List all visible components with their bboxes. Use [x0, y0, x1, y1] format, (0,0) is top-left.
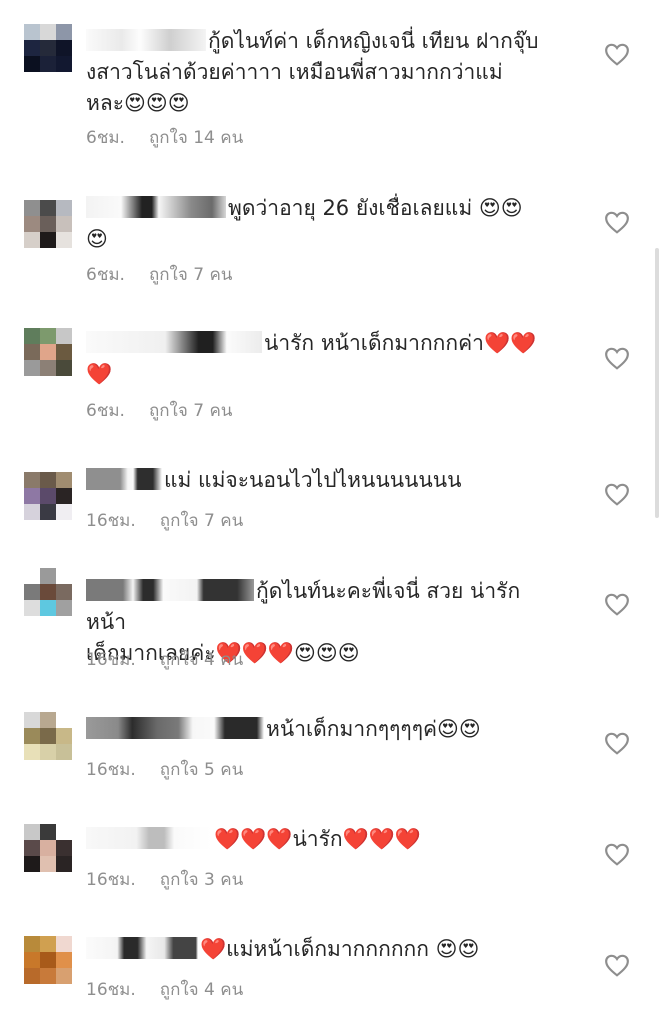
- heart-outline-icon[interactable]: [604, 953, 630, 977]
- avatar[interactable]: [24, 200, 72, 248]
- like-count[interactable]: ถูกใจ 5 คน: [160, 760, 243, 780]
- like-count[interactable]: ถูกใจ 7 คน: [160, 511, 243, 531]
- comment-text: หน้าเด็กมากๆๆๆๆค่😍😍: [86, 714, 566, 745]
- comment-time: 6ชม.: [86, 265, 125, 285]
- username-redacted[interactable]: [86, 937, 198, 959]
- username-redacted[interactable]: [86, 331, 262, 353]
- heart-outline-icon[interactable]: [604, 731, 630, 755]
- username-redacted[interactable]: [86, 468, 162, 490]
- comment-meta: 16ชม. ถูกใจ 3 คน: [86, 866, 243, 893]
- comment-text: ❤️❤️❤️น่ารัก❤️❤️❤️: [86, 824, 566, 855]
- comment-meta: 6ชม. ถูกใจ 14 คน: [86, 124, 243, 151]
- like-count[interactable]: ถูกใจ 7 คน: [149, 401, 232, 421]
- comment-meta: 16ชม. ถูกใจ 7 คน: [86, 507, 243, 534]
- comment-meta: 6ชม. ถูกใจ 7 คน: [86, 397, 232, 424]
- comment-meta: 16ชม. ถูกใจ 5 คน: [86, 756, 243, 783]
- like-count[interactable]: ถูกใจ 14 คน: [149, 128, 243, 148]
- comment-time: 16ชม.: [86, 511, 136, 531]
- heart-outline-icon[interactable]: [604, 42, 630, 66]
- username-redacted[interactable]: [86, 29, 206, 51]
- username-redacted[interactable]: [86, 717, 264, 739]
- like-count[interactable]: ถูกใจ 7 คน: [149, 265, 232, 285]
- username-redacted[interactable]: [86, 196, 226, 218]
- avatar[interactable]: [24, 568, 72, 616]
- comment-time: 16ชม.: [86, 650, 136, 670]
- comment-time: 16ชม.: [86, 760, 136, 780]
- like-count[interactable]: ถูกใจ 3 คน: [160, 870, 243, 890]
- comment-text: กู้ดไนท์ค่า เด็กหญิงเจนี่ เทียน ฝากจุ๊บ …: [86, 29, 539, 115]
- comment-text: พูดว่าอายุ 26 ยังเชื่อเลยแม่ 😍😍 😍: [86, 196, 523, 251]
- comment-text: ❤️แม่หน้าเด็กมากกกกกก 😍😍: [86, 934, 566, 965]
- heart-outline-icon[interactable]: [604, 346, 630, 370]
- avatar[interactable]: [24, 824, 72, 872]
- comment-meta: 16ชม. ถูกใจ 4 คน: [86, 646, 243, 673]
- heart-outline-icon[interactable]: [604, 210, 630, 234]
- avatar[interactable]: [24, 712, 72, 760]
- like-count[interactable]: ถูกใจ 4 คน: [160, 650, 243, 670]
- heart-outline-icon[interactable]: [604, 592, 630, 616]
- comment-time: 16ชม.: [86, 980, 136, 1000]
- username-redacted[interactable]: [86, 579, 254, 601]
- comment-text: น่ารัก หน้าเด็กมากกกค่า❤️❤️ ❤️: [86, 331, 537, 386]
- avatar[interactable]: [24, 24, 72, 72]
- heart-outline-icon[interactable]: [604, 842, 630, 866]
- avatar[interactable]: [24, 936, 72, 984]
- username-redacted[interactable]: [86, 827, 212, 849]
- scrollbar[interactable]: [655, 248, 659, 518]
- comment-time: 6ชม.: [86, 401, 125, 421]
- like-count[interactable]: ถูกใจ 4 คน: [160, 980, 243, 1000]
- comment-time: 16ชม.: [86, 870, 136, 890]
- comment-meta: 16ชม. ถูกใจ 4 คน: [86, 976, 243, 1003]
- avatar[interactable]: [24, 472, 72, 520]
- comment-time: 6ชม.: [86, 128, 125, 148]
- heart-outline-icon[interactable]: [604, 482, 630, 506]
- comment-meta: 6ชม. ถูกใจ 7 คน: [86, 261, 232, 288]
- avatar[interactable]: [24, 328, 72, 376]
- comment-text: แม่ แม่จะนอนไวไปไหนนนนนนน: [86, 465, 566, 496]
